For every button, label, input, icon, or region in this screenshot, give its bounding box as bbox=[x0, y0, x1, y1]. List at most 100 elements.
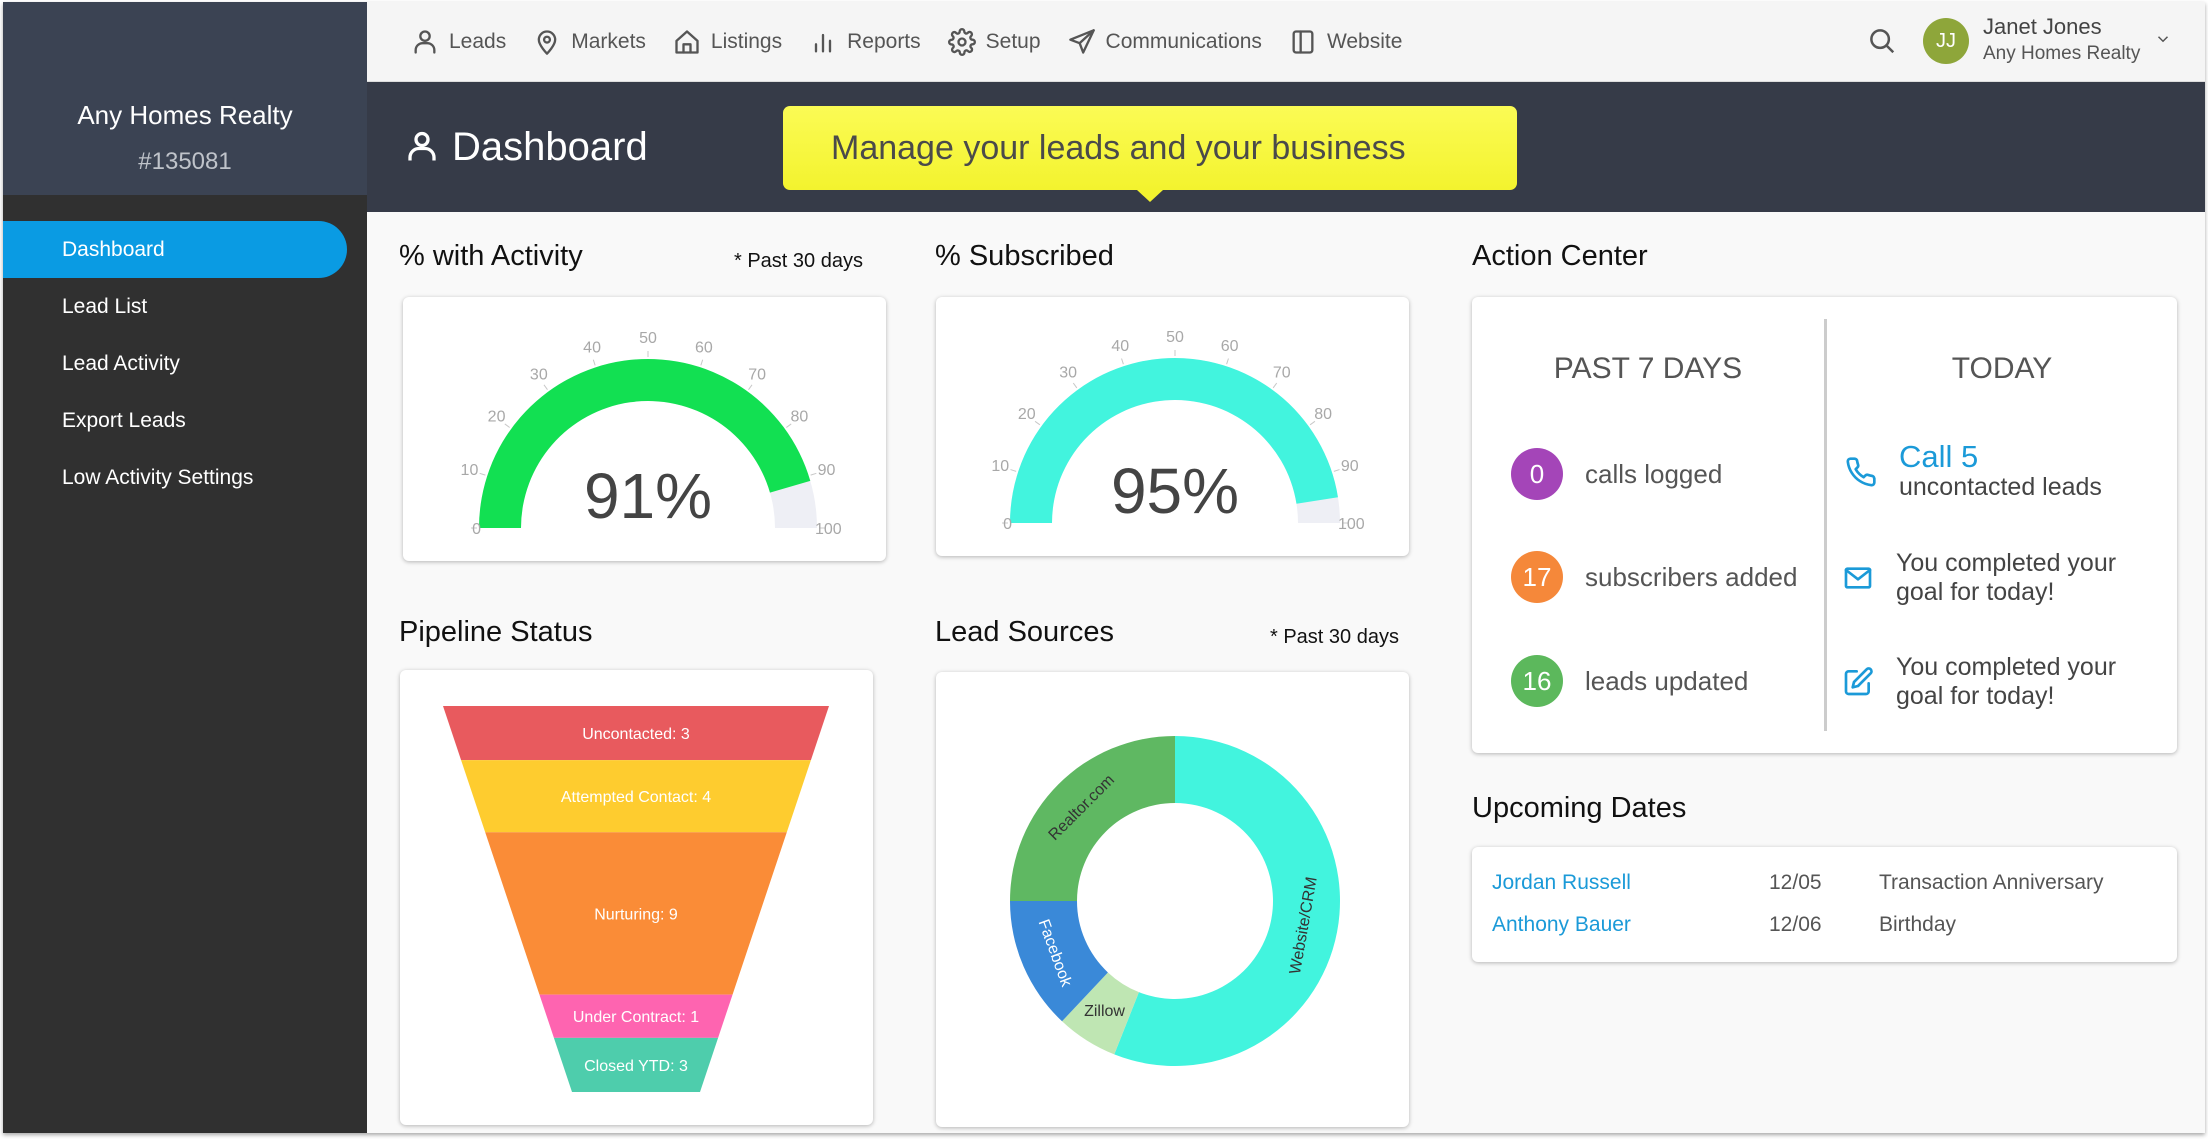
gauge-tick bbox=[1072, 382, 1078, 389]
topnav-listings[interactable]: Listings bbox=[673, 28, 782, 56]
upcoming-dates-card: Jordan Russell 12/05 Transaction Anniver… bbox=[1472, 847, 2177, 962]
gauge-tick bbox=[1121, 358, 1124, 365]
upcoming-date: 12/06 bbox=[1769, 913, 1822, 936]
leads-updated-label: leads updated bbox=[1585, 665, 1749, 696]
gauge-tick bbox=[504, 423, 510, 428]
lead-sources-donut: Website/CRMZillowFacebookRealtor.com bbox=[1010, 736, 1340, 1066]
call-task-text: Call 5 uncontacted leads bbox=[1899, 441, 2102, 502]
upcoming-name-link[interactable]: Anthony Bauer bbox=[1492, 913, 1769, 937]
calls-logged-row: 0 calls logged bbox=[1511, 448, 1722, 500]
upcoming-event: Birthday bbox=[1879, 913, 1957, 936]
bar-chart-icon bbox=[814, 33, 832, 53]
gauge-tick-label: 30 bbox=[530, 366, 548, 383]
brand-block: Any Homes Realty #135081 bbox=[3, 2, 367, 195]
edit-goal-row: You completed your goal for today! bbox=[1842, 653, 2116, 711]
action-center-title: Action Center bbox=[1472, 240, 1648, 272]
top-bar: Leads Markets Listings Reports Setup Com… bbox=[367, 2, 2205, 82]
sidebar-item-export-leads[interactable]: Export Leads bbox=[3, 392, 367, 449]
user-org: Any Homes Realty bbox=[1983, 43, 2141, 64]
calls-logged-count: 0 bbox=[1511, 448, 1563, 500]
upcoming-event: Transaction Anniversary bbox=[1879, 871, 2104, 894]
chevron-down-icon bbox=[2154, 30, 2172, 48]
app-window: Any Homes Realty #135081 Dashboard Lead … bbox=[3, 2, 2205, 1133]
gauge-tick-label: 100 bbox=[1338, 516, 1365, 533]
pipeline-funnel: Uncontacted: 3 Attempted Contact: 4 Nurtur… bbox=[443, 706, 829, 1092]
gauge-tick-label: 30 bbox=[1059, 365, 1077, 382]
topnav-website[interactable]: Website bbox=[1289, 28, 1402, 56]
gauge-tick bbox=[1034, 420, 1041, 426]
sidebar-item-lead-activity[interactable]: Lead Activity bbox=[3, 335, 367, 392]
sidebar-layout-icon bbox=[1292, 30, 1314, 54]
upcoming-date: 12/05 bbox=[1769, 871, 1822, 894]
upcoming-row: Anthony Bauer 12/06 Birthday bbox=[1492, 913, 1956, 937]
user-menu[interactable]: JJ Janet Jones Any Homes Realty bbox=[1923, 14, 2172, 68]
upcoming-dates-title: Upcoming Dates bbox=[1472, 792, 1687, 824]
funnel-segment-label: Uncontacted: 3 bbox=[582, 726, 690, 743]
lead-sources-card: Website/CRM Zillow Facebook Realtor.com bbox=[936, 672, 1409, 1127]
email-goal-row: You completed your goal for today! bbox=[1842, 549, 2116, 607]
donut-slice bbox=[1010, 736, 1175, 901]
gauge-tick-label: 70 bbox=[1273, 365, 1291, 382]
email-goal-line2: goal for today! bbox=[1896, 578, 2055, 606]
topnav-leads-label: Leads bbox=[449, 30, 507, 53]
sidebar-nav: Dashboard Lead List Lead Activity Export… bbox=[3, 221, 367, 506]
user-icon bbox=[414, 30, 436, 54]
page-title: Dashboard bbox=[404, 82, 648, 212]
topnav-reports-label: Reports bbox=[847, 30, 921, 53]
call-uncontacted-link[interactable]: Call 5 bbox=[1899, 441, 2102, 473]
gauge-tick-label: 90 bbox=[1341, 458, 1359, 475]
topnav-markets[interactable]: Markets bbox=[533, 28, 646, 56]
gauge-tick-label: 40 bbox=[583, 339, 601, 356]
funnel-segment-label: Nurturing: 9 bbox=[594, 906, 678, 923]
topnav-communications[interactable]: Communications bbox=[1068, 28, 1262, 56]
funnel-segment-label: Under Contract: 1 bbox=[573, 1009, 699, 1026]
gauge-tick-label: 70 bbox=[748, 366, 766, 383]
column-divider bbox=[1824, 319, 1827, 731]
email-goal-text: You completed your goal for today! bbox=[1896, 549, 2116, 607]
subscribed-title: % Subscribed bbox=[935, 240, 1114, 272]
action-center-card: PAST 7 DAYS TODAY 0 calls logged 17 subs… bbox=[1472, 297, 2177, 753]
tooltip-banner: Manage your leads and your business bbox=[783, 106, 1517, 202]
leads-updated-row: 16 leads updated bbox=[1511, 655, 1748, 707]
gauge-tick-label: 90 bbox=[818, 462, 836, 479]
donut-slice-label: Zillow bbox=[1084, 1003, 1125, 1020]
gauge-tick-label: 100 bbox=[815, 521, 842, 538]
funnel-segment-label: Attempted Contact: 4 bbox=[561, 789, 711, 806]
funnel-segment-label: Closed YTD: 3 bbox=[584, 1058, 688, 1075]
sidebar-item-dashboard[interactable]: Dashboard bbox=[3, 221, 347, 278]
gauge-tick-label: 10 bbox=[461, 462, 479, 479]
subscribed-gauge-card: 0 10 20 30 40 50 60 70 80 90 100 95% bbox=[936, 297, 1409, 556]
subscribed-gauge: 0 10 20 30 40 50 60 70 80 90 100 95% bbox=[991, 329, 1365, 533]
gauge-tick-label: 50 bbox=[639, 330, 657, 347]
page-title-text: Dashboard bbox=[452, 124, 648, 169]
gauge-tick-label: 10 bbox=[991, 458, 1009, 475]
pipeline-title: Pipeline Status bbox=[399, 616, 593, 648]
topnav-setup-label: Setup bbox=[985, 30, 1041, 53]
lead-sources-title: Lead Sources bbox=[935, 616, 1114, 648]
sidebar: Any Homes Realty #135081 Dashboard Lead … bbox=[3, 2, 367, 1133]
edit-goal-text: You completed your goal for today! bbox=[1896, 653, 2116, 711]
upcoming-row: Jordan Russell 12/05 Transaction Anniver… bbox=[1492, 871, 2104, 895]
email-goal-line1: You completed your bbox=[1896, 549, 2117, 577]
gauge-tick-label: 20 bbox=[488, 409, 506, 426]
edit-goal-line1: You completed your bbox=[1896, 653, 2117, 681]
gauge-value-label: 95% bbox=[1111, 455, 1239, 527]
avatar: JJ bbox=[1923, 18, 1969, 64]
topnav-leads[interactable]: Leads bbox=[411, 28, 506, 56]
topnav-reports[interactable]: Reports bbox=[809, 28, 921, 56]
user-name: Janet Jones bbox=[1983, 14, 2102, 39]
topnav-setup[interactable]: Setup bbox=[947, 28, 1041, 56]
leads-updated-count: 16 bbox=[1511, 655, 1563, 707]
gauge-tick bbox=[810, 472, 817, 476]
upcoming-name-link[interactable]: Jordan Russell bbox=[1492, 871, 1769, 895]
gauge-tick-label: 20 bbox=[1018, 406, 1036, 423]
gauge-tick bbox=[1226, 358, 1229, 365]
gear-icon bbox=[947, 28, 976, 56]
gauge-tick-label: 60 bbox=[1221, 338, 1239, 355]
gauge-tick bbox=[543, 384, 548, 390]
search-button[interactable] bbox=[1867, 26, 1897, 56]
sidebar-item-lead-list[interactable]: Lead List bbox=[3, 278, 367, 335]
subscribers-added-count: 17 bbox=[1511, 551, 1563, 603]
user-icon bbox=[408, 131, 436, 161]
sidebar-item-low-activity-settings[interactable]: Low Activity Settings bbox=[3, 449, 367, 506]
